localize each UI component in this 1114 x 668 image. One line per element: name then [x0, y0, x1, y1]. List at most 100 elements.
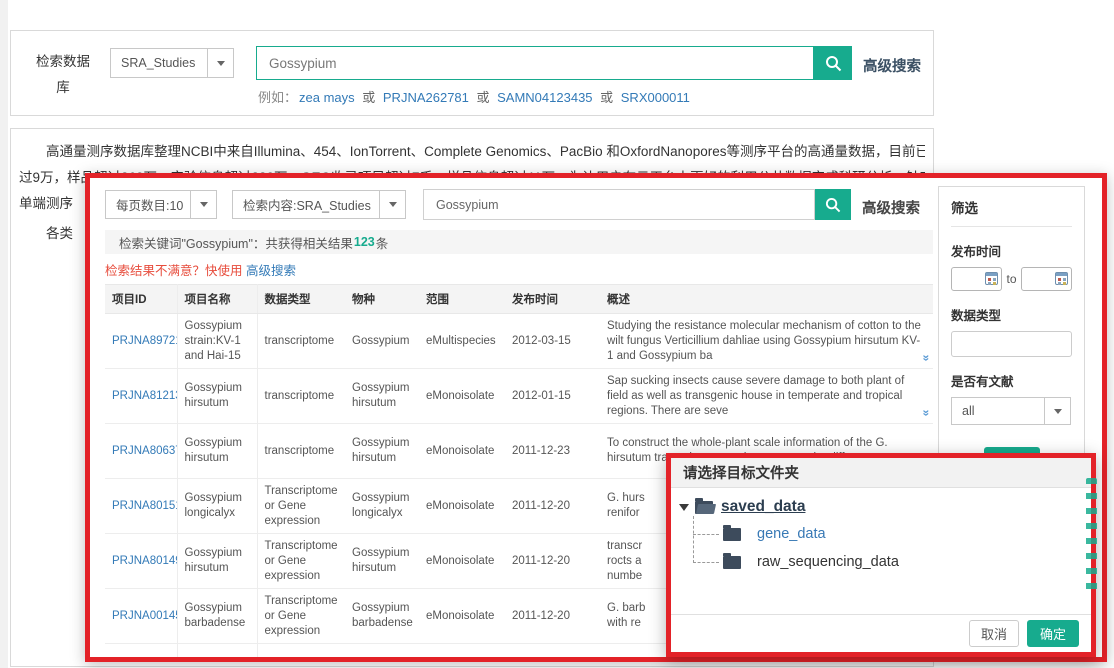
cell-species: Gossypium hirsutum: [345, 534, 419, 589]
cell-project-name: Gossypium hirsutum: [177, 534, 257, 589]
project-id-link[interactable]: PRJNA89721: [112, 335, 177, 347]
folder-icon: [723, 528, 741, 541]
cell-project-id: PRJNA89721: [105, 314, 177, 369]
search-scope-select[interactable]: 检索内容:SRA_Studies: [232, 190, 406, 219]
literature-label: 是否有文献: [951, 371, 1072, 390]
project-id-link[interactable]: PRJNA81213: [112, 390, 177, 402]
cancel-button[interactable]: 取消: [969, 620, 1019, 647]
data-type-input[interactable]: [951, 331, 1072, 357]
open-folder-icon: [695, 501, 713, 514]
cell-scope: eMonoisolate: [419, 589, 505, 644]
example-separator: 或: [597, 90, 617, 105]
modal-advanced-search-link[interactable]: 高级搜索: [862, 197, 920, 218]
table-row: PRJNA89721Gossypium strain:KV-1 and Hai-…: [105, 314, 933, 369]
search-scope-caret[interactable]: [379, 190, 406, 219]
cell-project-name: Gossypium hirsutum: [177, 424, 257, 479]
project-id-link[interactable]: PRJNA80151: [112, 500, 177, 512]
database-select-caret[interactable]: [207, 48, 234, 78]
date-to-input[interactable]: [1021, 267, 1072, 291]
database-label: 检索数据 库: [27, 49, 99, 101]
cell-scope: eMonoisolate: [419, 424, 505, 479]
column-header: 物种: [345, 285, 419, 314]
example-link[interactable]: zea mays: [299, 90, 355, 105]
chevron-down-icon: [200, 202, 208, 207]
search-scope-value: 检索内容:SRA_Studies: [232, 190, 380, 219]
column-header: 发布时间: [505, 285, 600, 314]
literature-select[interactable]: all: [951, 397, 1072, 425]
result-count: 123: [354, 235, 375, 249]
intro-line: 高通量测序数据库整理NCBI中来自Illumina、454、IonTorrent…: [19, 139, 925, 165]
example-prefix: 例如：: [258, 90, 297, 105]
date-to-label: to: [1006, 272, 1016, 286]
modal-search-button[interactable]: [815, 189, 851, 220]
cell-project-name: Gossypium barbadense: [177, 589, 257, 644]
cell-data-type: transcriptome: [257, 314, 345, 369]
literature-select-caret[interactable]: [1044, 397, 1071, 425]
tree-root-label[interactable]: saved_data: [721, 498, 805, 516]
cell-data-type: transcriptome: [257, 369, 345, 424]
cell-summary: Studying the resistance molecular mechan…: [600, 314, 933, 369]
tree-node-label[interactable]: raw_sequencing_data: [757, 554, 899, 570]
cell-data-type: Transcriptome: [257, 644, 345, 663]
modal-search-input[interactable]: [423, 189, 815, 220]
page-size-caret[interactable]: [190, 190, 217, 219]
calendar-icon[interactable]: [1055, 272, 1068, 285]
date-from-input[interactable]: [951, 267, 1002, 291]
tree-expand-icon[interactable]: [679, 504, 689, 511]
project-id-link[interactable]: PRJNA00145: [112, 610, 177, 622]
page-left-strip: [0, 0, 8, 668]
cell-scope: eMonoisolate: [419, 479, 505, 534]
cell-data-type: Transcriptome or Gene expression: [257, 534, 345, 589]
column-header: 项目ID: [105, 285, 177, 314]
chevron-down-icon: [389, 202, 397, 207]
database-select-value: SRA_Studies: [110, 48, 208, 78]
advanced-search-link[interactable]: 高级搜索: [863, 55, 921, 76]
search-icon: [825, 197, 841, 213]
dissatisfied-hint: 检索结果不满意？快使用 高级搜索: [105, 260, 296, 279]
cell-publish-date: 2011-12-20: [505, 589, 600, 644]
tree-node-saved-data[interactable]: saved_data: [677, 494, 899, 520]
folder-select-dialog: 请选择目标文件夹 saved_data gene_data raw_sequenc…: [666, 453, 1096, 657]
folder-tree: saved_data gene_data raw_sequencing_data: [677, 494, 899, 576]
example-separator: 或: [359, 90, 379, 105]
results-table-header-row: 项目ID项目名称数据类型物种范围发布时间概述: [105, 285, 933, 314]
project-id-link[interactable]: PRJNA80149: [112, 555, 177, 567]
project-id-link[interactable]: PRJNA80637: [112, 445, 177, 457]
cell-project-id: PRJNA80637: [105, 424, 177, 479]
expand-summary-icon[interactable]: »: [922, 410, 932, 417]
right-edge-widget[interactable]: [1086, 478, 1097, 596]
database-select[interactable]: SRA_Studies: [110, 48, 234, 78]
data-type-label: 数据类型: [951, 305, 1072, 324]
cell-species: Gossypium hirsutum: [345, 424, 419, 479]
column-header: 项目名称: [177, 285, 257, 314]
search-icon: [825, 55, 842, 72]
expand-summary-icon[interactable]: »: [922, 355, 932, 362]
example-link[interactable]: SRX000011: [621, 90, 690, 105]
main-search-button[interactable]: [814, 46, 852, 80]
page-size-select[interactable]: 每页数目:10: [105, 190, 217, 219]
cell-publish-date: 2011-12-20: [505, 479, 600, 534]
cell-species: Gossypium longicalyx: [345, 479, 419, 534]
calendar-icon[interactable]: [985, 272, 998, 285]
cell-species: Gossypium hirsutum: [345, 369, 419, 424]
confirm-button[interactable]: 确定: [1027, 620, 1079, 647]
column-header: 范围: [419, 285, 505, 314]
main-search-input[interactable]: [256, 46, 814, 80]
tree-node-raw-sequencing-data[interactable]: raw_sequencing_data: [693, 548, 899, 576]
tree-node-gene-data[interactable]: gene_data: [693, 520, 899, 548]
example-link[interactable]: SAMN04123435: [497, 90, 592, 105]
cell-data-type: Transcriptome or Gene expression: [257, 479, 345, 534]
literature-select-value: all: [951, 397, 1045, 425]
dissatisfied-advanced-link[interactable]: 高级搜索: [246, 264, 296, 278]
page-size-value: 每页数目:10: [105, 190, 191, 219]
cell-project-name: [177, 644, 257, 663]
cell-scope: eMonoisolate: [419, 534, 505, 589]
search-examples: 例如：zea mays 或 PRJNA262781 或 SAMN04123435…: [258, 87, 692, 106]
summary-text: Studying the resistance molecular mechan…: [607, 319, 926, 364]
folder-dialog-title: 请选择目标文件夹: [671, 458, 1091, 488]
cell-project-name: Gossypium strain:KV-1 and Hai-15: [177, 314, 257, 369]
example-link[interactable]: PRJNA262781: [383, 90, 469, 105]
tree-node-label[interactable]: gene_data: [757, 526, 826, 542]
cell-scope: eMultispecies: [419, 314, 505, 369]
publish-date-label: 发布时间: [951, 241, 1072, 260]
